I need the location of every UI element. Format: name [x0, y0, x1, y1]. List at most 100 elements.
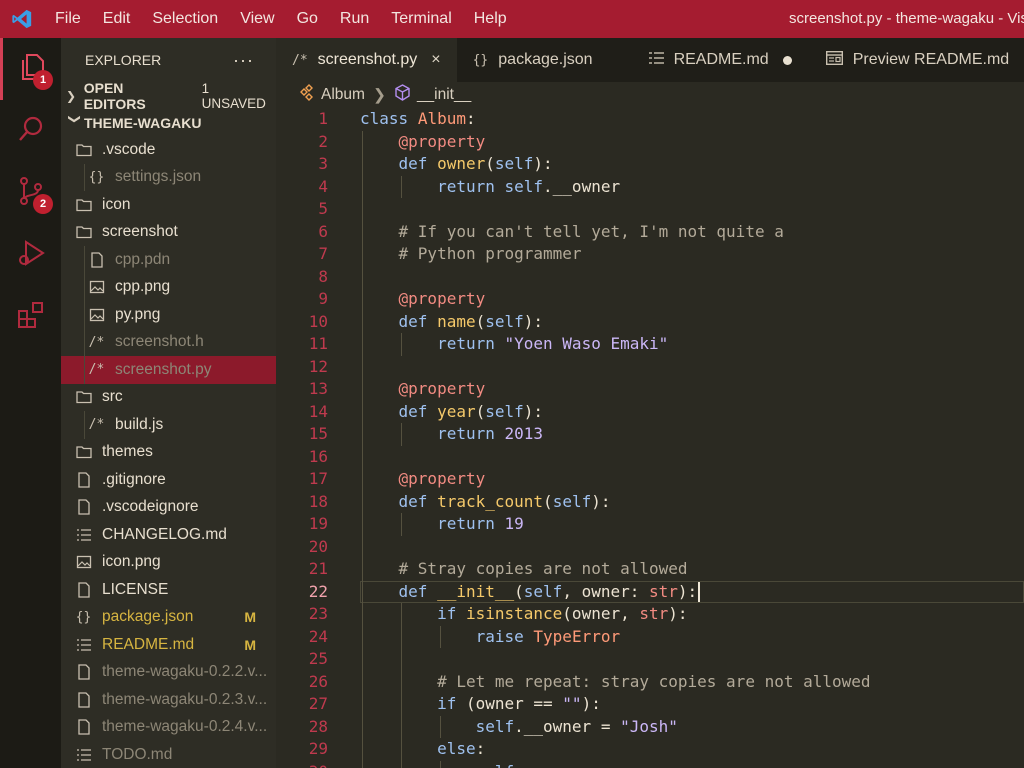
menu-run[interactable]: Run — [329, 0, 380, 38]
tab-label: Preview README.md — [852, 51, 1010, 68]
code-line — [360, 355, 1024, 378]
code-line: # Stray copies are not allowed — [360, 558, 1024, 581]
source-control-activity-button[interactable]: 2 — [0, 162, 61, 224]
tree-item-label: screenshot.h — [115, 333, 204, 351]
tree-item-label: .gitignore — [102, 470, 166, 488]
menu-go[interactable]: Go — [286, 0, 329, 38]
tree-item-label: settings.json — [115, 168, 202, 186]
explorer-activity-button[interactable]: 1 — [0, 38, 61, 100]
tree-item-label: themes — [102, 443, 153, 461]
tree-item[interactable]: .vscode — [61, 136, 276, 164]
more-actions-button[interactable]: ··· — [233, 50, 254, 71]
tree-item[interactable]: icon.png — [61, 549, 276, 577]
tab-readme-md[interactable]: README.md — [609, 38, 808, 82]
tree-item[interactable]: theme-wagaku-0.2.4.v... — [61, 714, 276, 742]
file-icon — [75, 691, 92, 708]
tree-item-label: theme-wagaku-0.2.4.v... — [102, 718, 268, 736]
tree-item[interactable]: /* screenshot.h — [61, 328, 276, 356]
menu-selection[interactable]: Selection — [141, 0, 229, 38]
line-number: 3 — [318, 154, 328, 173]
tree-item[interactable]: theme-wagaku-0.2.3.v... — [61, 686, 276, 714]
explorer-title: EXPLORER — [85, 52, 162, 68]
tree-item[interactable]: themes — [61, 439, 276, 467]
file-icon — [75, 499, 92, 516]
unsaved-dot-icon[interactable] — [782, 55, 792, 65]
indent-guide — [84, 411, 85, 439]
breadcrumb-class[interactable]: Album — [321, 86, 365, 104]
line-number: 22 — [308, 581, 328, 601]
file-icon — [75, 471, 92, 488]
tree-item-label: .vscode — [102, 140, 156, 158]
tree-item[interactable]: icon — [61, 191, 276, 219]
code-line: if (owner == ""): — [360, 693, 1024, 716]
code-editor[interactable]: 1 2 3 4 5 6 7 8 9 10 11 12 13 14 15 16 17 18 19 20 21 22 23 24 2… — [276, 108, 1024, 768]
tree-item[interactable]: screenshot — [61, 219, 276, 247]
tab-preview-readme[interactable]: Preview README.md — [808, 38, 1024, 82]
tree-item[interactable]: cpp.pdn — [61, 246, 276, 274]
tab-package-json[interactable]: {} package.json — [457, 38, 609, 82]
code-line: else: — [360, 738, 1024, 761]
line-number: 4 — [318, 176, 328, 196]
tree-item-label: cpp.png — [115, 278, 171, 296]
tree-item[interactable]: src — [61, 384, 276, 412]
code-line: self — [360, 760, 1024, 768]
file-icon — [88, 251, 105, 268]
title-bar: File Edit Selection View Go Run Terminal… — [0, 0, 1024, 38]
menu-terminal[interactable]: Terminal — [380, 0, 462, 38]
tree-item-label: screenshot — [102, 223, 178, 241]
vscode-logo-icon — [0, 0, 44, 38]
search-activity-button[interactable] — [0, 100, 61, 162]
method-symbol-icon — [394, 84, 417, 106]
extensions-activity-button[interactable] — [0, 286, 61, 348]
markdown-file-icon — [75, 746, 92, 763]
menu-edit[interactable]: Edit — [92, 0, 142, 38]
tree-item[interactable]: cpp.png — [61, 273, 276, 301]
tree-item[interactable]: CHANGELOG.md — [61, 521, 276, 549]
indent-guide — [84, 301, 85, 329]
line-number: 11 — [308, 334, 328, 353]
explorer-header: EXPLORER ··· — [61, 38, 276, 82]
tab-screenshot-py[interactable]: /* screenshot.py × — [276, 38, 457, 82]
explorer-badge: 1 — [33, 70, 53, 90]
code-line: return self.__owner — [360, 175, 1024, 198]
code-line — [360, 535, 1024, 558]
tree-item[interactable]: README.md M — [61, 631, 276, 659]
open-editors-section[interactable]: ❯ OPEN EDITORS 1 UNSAVED — [61, 80, 276, 112]
code-content[interactable]: class Album: @property def owner(self): … — [360, 108, 1024, 768]
code-line: @property — [360, 468, 1024, 491]
code-line: # If you can't tell yet, I'm not quite a — [360, 220, 1024, 243]
json-file-icon: {} — [75, 609, 92, 625]
tree-item[interactable]: .vscodeignore — [61, 494, 276, 522]
menu-view[interactable]: View — [229, 0, 285, 38]
tree-item-label: package.json — [102, 608, 194, 626]
chevron-right-icon: ❯ — [372, 86, 386, 104]
markdown-file-icon — [648, 51, 674, 69]
menu-help[interactable]: Help — [463, 0, 518, 38]
indent-guide — [84, 246, 85, 274]
markdown-file-icon — [75, 636, 92, 653]
tree-item[interactable]: LICENSE — [61, 576, 276, 604]
image-file-icon — [88, 279, 105, 296]
indent-guide — [84, 163, 85, 191]
tree-item-label: icon — [102, 195, 131, 213]
line-number: 21 — [308, 559, 328, 578]
tree-item[interactable]: .gitignore — [61, 466, 276, 494]
code-line: def track_count(self): — [360, 490, 1024, 513]
line-number-gutter: 1 2 3 4 5 6 7 8 9 10 11 12 13 14 15 16 17 18 19 20 21 22 23 24 2… — [276, 108, 328, 768]
tree-item[interactable]: {} package.json M — [61, 604, 276, 632]
breadcrumb-method[interactable]: __init__ — [417, 86, 471, 104]
modified-status-badge: M — [244, 636, 256, 653]
tree-item-label: .vscodeignore — [102, 498, 199, 516]
tree-item[interactable]: theme-wagaku-0.2.2.v... — [61, 659, 276, 687]
tree-item-selected[interactable]: /* screenshot.py — [61, 356, 276, 384]
tree-item[interactable]: /* build.js — [61, 411, 276, 439]
line-number: 5 — [318, 199, 328, 218]
close-icon[interactable]: × — [431, 51, 440, 69]
tree-item[interactable]: TODO.md — [61, 741, 276, 768]
workspace-folder-section[interactable]: ❯ THEME-WAGAKU — [61, 109, 276, 136]
tree-item[interactable]: {} settings.json — [61, 163, 276, 191]
tree-item[interactable]: py.png — [61, 301, 276, 329]
run-debug-activity-button[interactable] — [0, 224, 61, 286]
folder-icon — [75, 444, 92, 461]
menu-file[interactable]: File — [44, 0, 92, 38]
